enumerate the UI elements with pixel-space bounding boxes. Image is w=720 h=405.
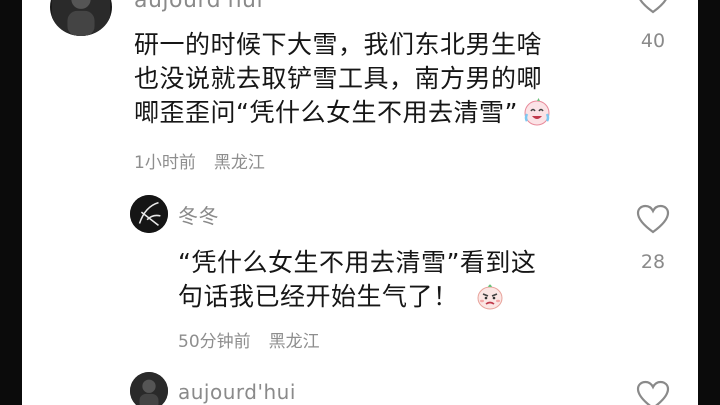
like-heart-icon[interactable] bbox=[636, 0, 670, 14]
comment-line: 唧歪歪问“凭什么女生不用去清雪” bbox=[134, 96, 552, 130]
comment-time: 1小时前 bbox=[134, 153, 196, 173]
comment-region: 黑龙江 bbox=[268, 332, 320, 352]
comment-panel: aujourd'hui 40 研一的时候下大雪，我们东北男生啥 也没说就去取铲雪… bbox=[22, 0, 698, 405]
comment-username[interactable]: aujourd'hui bbox=[178, 380, 296, 404]
comment-line: 句话我已经开始生气了！ bbox=[178, 280, 536, 314]
like-heart-icon[interactable] bbox=[636, 204, 670, 234]
comment-text: 研一的时候下大雪，我们东北男生啥 也没说就去取铲雪工具，南方男的唧 唧歪歪问“凭… bbox=[134, 28, 552, 130]
crying-laughing-emoji-icon bbox=[522, 97, 552, 127]
comment-line: “凭什么女生不用去清雪”看到这 bbox=[178, 248, 537, 277]
comment-line-text: 句话我已经开始生气了！ bbox=[178, 282, 459, 311]
angry-face-emoji-icon bbox=[475, 281, 505, 311]
comment-meta: 50分钟前 黑龙江 bbox=[178, 327, 320, 352]
comment-line: 也没说就去取铲雪工具，南方男的唧 bbox=[134, 64, 543, 93]
like-count: 28 bbox=[640, 251, 666, 273]
comment-meta: 1小时前 黑龙江 bbox=[134, 148, 265, 173]
comment-region: 黑龙江 bbox=[213, 153, 265, 173]
comment-time: 50分钟前 bbox=[178, 332, 251, 352]
comment-line: 研一的时候下大雪，我们东北男生啥 bbox=[134, 30, 543, 59]
comment-line-text: 唧歪歪问“凭什么女生不用去清雪” bbox=[134, 98, 518, 127]
comment-text: “凭什么女生不用去清雪”看到这 句话我已经开始生气了！ bbox=[178, 246, 536, 314]
avatar[interactable] bbox=[50, 0, 112, 36]
avatar[interactable] bbox=[130, 195, 168, 233]
like-count: 40 bbox=[640, 30, 666, 52]
comment-username[interactable]: aujourd'hui bbox=[134, 0, 263, 13]
avatar[interactable] bbox=[130, 372, 168, 405]
comment-username[interactable]: 冬冬 bbox=[178, 200, 219, 229]
like-heart-icon[interactable] bbox=[636, 380, 670, 405]
